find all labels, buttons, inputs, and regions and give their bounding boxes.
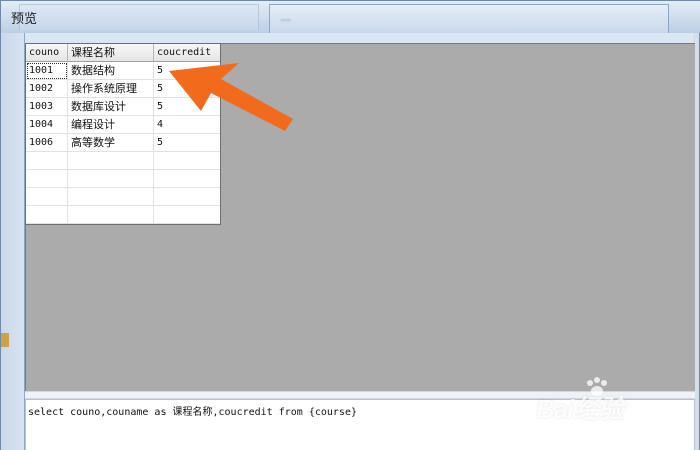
title-bar[interactable]: — 预览	[1, 1, 700, 33]
column-header[interactable]: 课程名称	[68, 44, 154, 62]
watermark-url: jingyan.baidu.com	[540, 421, 629, 433]
empty-cell[interactable]	[154, 188, 220, 206]
cell-course-name[interactable]: 数据结构	[68, 62, 154, 80]
cell-course-name[interactable]: 编程设计	[68, 116, 154, 134]
cell-couno[interactable]: 1006	[26, 134, 68, 152]
cell-couno[interactable]: 1004	[26, 116, 68, 134]
empty-cell[interactable]	[154, 170, 220, 188]
background-window-tab: —	[269, 4, 669, 33]
empty-table-row[interactable]	[26, 152, 220, 170]
cell-couno[interactable]: 1002	[26, 80, 68, 98]
empty-table-row[interactable]	[26, 206, 220, 224]
column-header[interactable]: couno	[26, 44, 68, 62]
arrow-shape	[169, 63, 293, 131]
cell-course-name[interactable]: 高等数学	[68, 134, 154, 152]
left-window-edge	[1, 33, 25, 450]
empty-cell[interactable]	[26, 188, 68, 206]
empty-cell[interactable]	[26, 152, 68, 170]
empty-cell[interactable]	[68, 206, 154, 224]
cell-couno[interactable]: 1001	[26, 62, 68, 80]
orange-arrow-annotation	[169, 63, 293, 131]
empty-cell[interactable]	[68, 170, 154, 188]
empty-cell[interactable]	[68, 188, 154, 206]
background-window-tab	[19, 4, 259, 30]
empty-cell[interactable]	[26, 206, 68, 224]
empty-cell[interactable]	[154, 152, 220, 170]
preview-window: — 预览 couno 课程名称 coucredit 1001 数据结构 5 10…	[0, 0, 700, 450]
baidu-jingyan-watermark: Bai经验 jingyan.baidu.com	[536, 377, 676, 437]
window-title: 预览	[11, 12, 38, 27]
edge-marker	[1, 333, 9, 347]
background-window-title: —	[280, 13, 291, 26]
cell-course-name[interactable]: 操作系统原理	[68, 80, 154, 98]
cell-couno[interactable]: 1003	[26, 98, 68, 116]
empty-cell[interactable]	[154, 206, 220, 224]
empty-cell[interactable]	[68, 152, 154, 170]
sql-query-text: select couno,couname as 课程名称,coucredit f…	[28, 407, 357, 418]
empty-table-row[interactable]	[26, 188, 220, 206]
empty-table-row[interactable]	[26, 170, 220, 188]
cell-course-name[interactable]: 数据库设计	[68, 98, 154, 116]
empty-cell[interactable]	[26, 170, 68, 188]
